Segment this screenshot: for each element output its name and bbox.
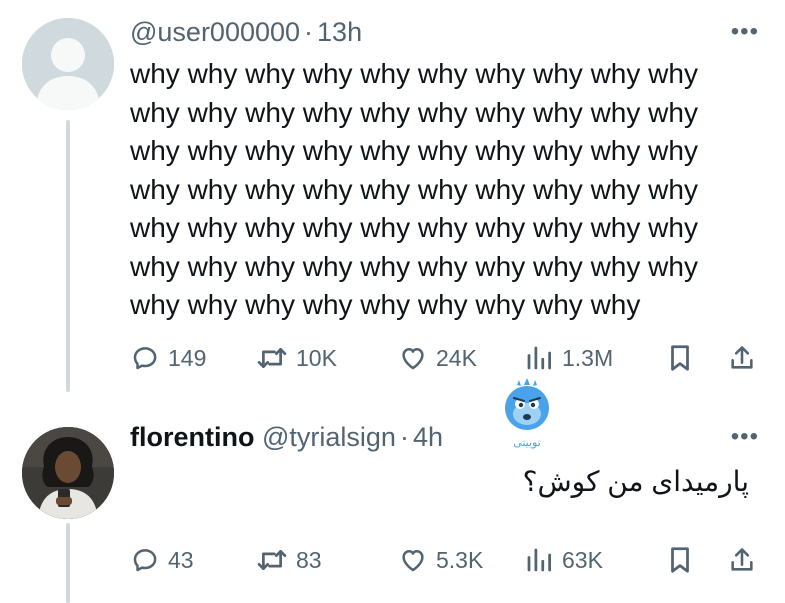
avatar[interactable] <box>22 18 114 110</box>
retweet-count: 83 <box>296 546 322 573</box>
profile-photo <box>22 427 114 519</box>
user-handle[interactable]: @user000000 <box>130 17 300 47</box>
share-button[interactable] <box>728 343 756 373</box>
like-count: 24K <box>436 344 477 371</box>
bookmark-button[interactable] <box>666 545 694 575</box>
like-icon <box>402 348 424 370</box>
tweet-text-line: why why why why why why why why why why <box>130 96 698 128</box>
views-button[interactable]: 1.3M <box>524 343 613 373</box>
bookmark-button[interactable] <box>666 343 694 373</box>
tweet-text-line: why why why why why why why why why why <box>130 250 698 282</box>
views-count: 1.3M <box>562 344 614 371</box>
views-count: 63K <box>562 546 603 573</box>
tweet-text-line: why why why why why why why why why <box>130 289 641 320</box>
tweet-header: florentino @tyrialsign · 4h <box>130 419 443 455</box>
reply-count: 149 <box>168 344 207 371</box>
more-icon[interactable]: ••• <box>731 419 759 455</box>
reply-button[interactable]: 43 <box>130 545 194 575</box>
bookmark-icon <box>671 345 689 371</box>
tweet-header: @user000000 · 13h <box>130 14 362 50</box>
reply-icon <box>133 347 157 370</box>
tweet-text: پارمیدای من کوش؟ <box>522 466 749 497</box>
display-name[interactable]: florentino <box>130 422 254 452</box>
reply-icon <box>133 549 157 572</box>
like-icon <box>402 550 424 572</box>
views-icon <box>527 548 551 572</box>
timestamp[interactable]: 13h <box>317 17 362 47</box>
like-button[interactable]: 5.3K <box>398 545 483 575</box>
tweet-text-line: why why why why why why why why why why <box>130 58 698 89</box>
share-icon <box>731 548 753 571</box>
tweet-text-line: why why why why why why why why why why <box>130 212 698 243</box>
reply-button[interactable]: 149 <box>130 343 206 373</box>
like-count: 5.3K <box>436 546 484 573</box>
views-icon <box>527 346 551 370</box>
tweet-text-line: why why why why why why why why why why <box>130 173 698 205</box>
share-button[interactable] <box>728 545 756 575</box>
tweet-text: why why why why why why why why why why … <box>130 55 770 325</box>
default-avatar-icon <box>22 18 114 110</box>
timestamp[interactable]: 4h <box>413 422 443 452</box>
tweet-actions: 43 83 5.3K 63K <box>130 540 770 580</box>
retweet-button[interactable]: 83 <box>256 545 322 575</box>
retweet-icon <box>257 550 287 570</box>
like-button[interactable]: 24K <box>398 343 477 373</box>
reply-count: 43 <box>168 546 194 573</box>
thread-line <box>66 523 70 603</box>
thread-line <box>66 120 70 392</box>
share-icon <box>731 346 753 369</box>
views-button[interactable]: 63K <box>524 545 603 575</box>
avatar[interactable] <box>22 427 114 519</box>
separator-dot: · <box>304 17 314 47</box>
user-handle[interactable]: @tyrialsign <box>262 422 396 452</box>
tweet-text-line: why why why why why why why why why why <box>130 135 698 166</box>
retweet-icon <box>257 348 287 368</box>
more-icon[interactable]: ••• <box>731 14 759 50</box>
retweet-button[interactable]: 10K <box>256 343 337 373</box>
separator-dot: · <box>399 422 409 452</box>
tweet-reply: florentino @tyrialsign · 4h ••• پارمیدای م… <box>0 405 785 603</box>
tweet-actions: 149 10K 24K 1.3M <box>130 338 770 378</box>
retweet-count: 10K <box>296 344 337 371</box>
tweet-main: @user000000 · 13h ••• why why why why why … <box>0 0 785 400</box>
bookmark-icon <box>671 547 689 573</box>
